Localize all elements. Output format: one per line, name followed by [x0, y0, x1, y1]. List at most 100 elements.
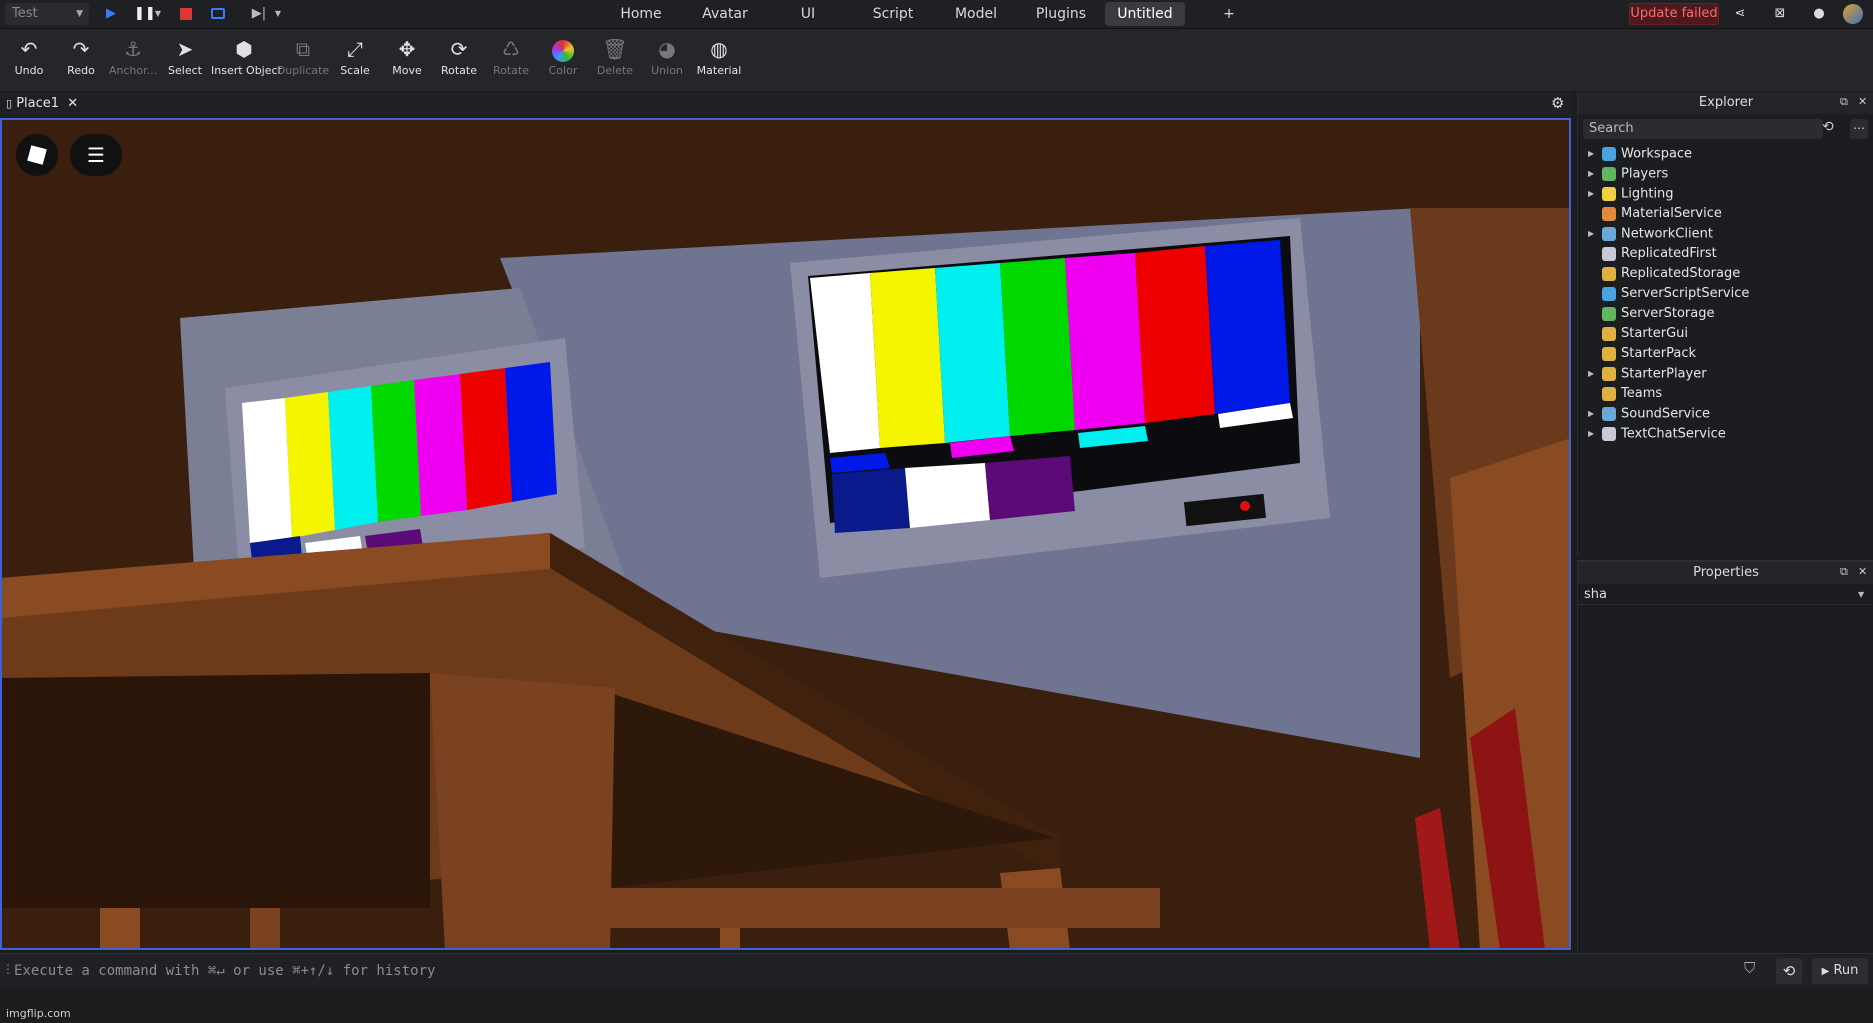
expand-arrow-icon[interactable]: ▶ [1588, 164, 1598, 184]
expand-arrow-icon[interactable]: ▶ [1588, 184, 1598, 204]
expand-arrow-icon[interactable]: ▶ [1588, 144, 1598, 164]
explorer-item-soundservice[interactable]: ▶ SoundService [1588, 404, 1710, 424]
move-icon: ✥ [398, 37, 416, 61]
explorer-item-serverscriptservice[interactable]: ServerScriptService [1588, 284, 1749, 304]
explorer-item-replicatedfirst[interactable]: ReplicatedFirst [1588, 244, 1717, 264]
run-button[interactable]: ▶ Run [1812, 958, 1868, 984]
explorer-item-starterpack[interactable]: StarterPack [1588, 344, 1696, 364]
tab-ui[interactable]: UI [797, 2, 819, 26]
undo-button[interactable]: ↶ Undo [1, 36, 57, 88]
explorer-item-replicatedstorage[interactable]: ReplicatedStorage [1588, 264, 1740, 284]
explorer-item-starterplayer[interactable]: ▶ StarterPlayer [1588, 364, 1707, 384]
startergui-icon [1602, 326, 1616, 341]
anchor-button[interactable]: ⚓ Anchor... [105, 36, 161, 88]
serverscriptservice-icon [1602, 286, 1616, 301]
share-icon[interactable]: ⋖ [1730, 4, 1750, 24]
pause-icon[interactable]: ❚❚ [134, 4, 156, 24]
expand-arrow-icon[interactable]: ▶ [1588, 404, 1598, 424]
properties-panel: Properties ⧉ ✕ [1577, 560, 1873, 952]
stop-icon[interactable] [180, 8, 192, 20]
expand-arrow-icon[interactable]: ▶ [1588, 364, 1598, 384]
redo-button[interactable]: ↷ Redo [53, 36, 109, 88]
expand-arrow-icon[interactable]: ▶ [1588, 224, 1598, 244]
bookmark-icon[interactable]: ⛉ [1744, 959, 1755, 977]
document-icon: ▯ [6, 97, 13, 110]
close-icon[interactable]: ✕ [1858, 95, 1867, 108]
tab-avatar[interactable]: Avatar [697, 2, 753, 26]
cursor-icon: ➤ [176, 37, 194, 61]
play-options-chevron-icon[interactable]: ▼ [154, 4, 162, 24]
workspace-icon [1602, 147, 1616, 161]
explorer-item-serverstorage[interactable]: ServerStorage [1588, 304, 1715, 324]
explorer-item-textchatservice[interactable]: ▶ TextChatService [1588, 424, 1726, 444]
explorer-item-label: Lighting [1621, 186, 1674, 202]
mode-select[interactable]: Test ▼ [5, 3, 89, 25]
anchor-icon: ⚓ [124, 37, 142, 61]
notification-icon[interactable]: ● [1811, 4, 1827, 24]
explorer-item-networkclient[interactable]: ▶ NetworkClient [1588, 224, 1713, 244]
collab-icon[interactable]: ⊠ [1770, 4, 1790, 24]
explorer-item-players[interactable]: ▶ Players [1588, 164, 1668, 184]
explorer-item-label: StarterPlayer [1621, 366, 1707, 382]
lighting-icon [1602, 187, 1616, 201]
explorer-item-teams[interactable]: Teams [1588, 384, 1662, 404]
undock-icon[interactable]: ⧉ [1840, 565, 1848, 579]
step-icon[interactable]: ▶| [251, 4, 267, 24]
rotate-button[interactable]: ⟳ Rotate [431, 36, 487, 88]
add-tab-button[interactable]: + [1221, 2, 1237, 26]
expand-arrow-icon[interactable]: ▶ [1588, 424, 1598, 444]
players-icon [1602, 167, 1616, 181]
select-button[interactable]: ➤ Select [157, 36, 213, 88]
explorer-item-label: SoundService [1621, 406, 1710, 422]
explorer-item-startergui[interactable]: StarterGui [1588, 324, 1688, 344]
explorer-item-label: StarterPack [1621, 346, 1696, 361]
soundservice-icon [1602, 407, 1616, 421]
starterpack-icon [1602, 346, 1616, 361]
explorer-item-workspace[interactable]: ▶ Workspace [1588, 144, 1692, 164]
step-options-chevron-icon[interactable]: ▼ [274, 4, 282, 24]
3d-viewport[interactable]: ☰ [0, 118, 1571, 950]
explorer-search-input[interactable]: Search [1583, 119, 1823, 139]
delete-button[interactable]: 🗑 Delete [587, 36, 643, 88]
update-status-badge[interactable]: Update failed [1629, 3, 1719, 25]
history-icon[interactable]: ⟲ [1822, 119, 1834, 135]
avatar[interactable] [1843, 4, 1863, 24]
move-button[interactable]: ✥ Move [379, 36, 435, 88]
document-tab[interactable]: ▯ Place1 ✕ [6, 94, 78, 114]
command-input[interactable]: Execute a command with ⌘↵ or use ⌘+↑/↓ f… [8, 959, 1728, 983]
tab-home[interactable]: Home [614, 2, 668, 26]
tab-plugins[interactable]: Plugins [1033, 2, 1089, 26]
settings-gear-icon[interactable]: ⚙ [1551, 94, 1564, 112]
material-button[interactable]: ◍ Material [691, 36, 747, 88]
explorer-item-label: Players [1621, 166, 1669, 182]
explorer-item-materialservice[interactable]: MaterialService [1588, 204, 1722, 224]
tab-script[interactable]: Script [870, 2, 916, 26]
scale-button[interactable]: ⤢ Scale [327, 36, 383, 88]
undock-icon[interactable]: ⧉ [1840, 95, 1848, 109]
document-tab-row [0, 92, 1573, 117]
tab-model[interactable]: Model [951, 2, 1001, 26]
close-icon[interactable]: ✕ [67, 96, 78, 111]
tab-untitled[interactable]: Untitled [1105, 2, 1185, 26]
textchatservice-icon [1602, 427, 1616, 441]
hamburger-menu-icon[interactable]: ☰ [70, 134, 122, 176]
more-options-icon[interactable]: ⋯ [1850, 119, 1868, 139]
rotate-alt-button[interactable]: ♺ Rotate [483, 36, 539, 88]
history-icon[interactable]: ⟲ [1776, 958, 1802, 984]
duplicate-button[interactable]: ⧉ Duplicate [275, 36, 331, 88]
union-button[interactable]: ◕ Union [639, 36, 695, 88]
undo-icon: ↶ [20, 37, 38, 61]
roblox-menu-button[interactable] [16, 134, 58, 176]
play-icon[interactable]: ▶ [104, 4, 118, 24]
color-button[interactable]: Color [535, 36, 591, 88]
explorer-title: Explorer [1578, 92, 1873, 114]
client-server-icon[interactable] [211, 8, 225, 19]
document-tab-label: Place1 [16, 96, 60, 111]
explorer-item-lighting[interactable]: ▶ Lighting [1588, 184, 1674, 204]
close-icon[interactable]: ✕ [1858, 565, 1867, 578]
serverstorage-icon [1602, 306, 1616, 321]
chevron-down-icon[interactable]: ▼ [1858, 590, 1864, 599]
insert-object-button[interactable]: ⬢ Insert Object [211, 36, 282, 88]
replicatedfirst-icon [1602, 246, 1616, 261]
properties-filter-input[interactable]: sha [1578, 585, 1872, 605]
